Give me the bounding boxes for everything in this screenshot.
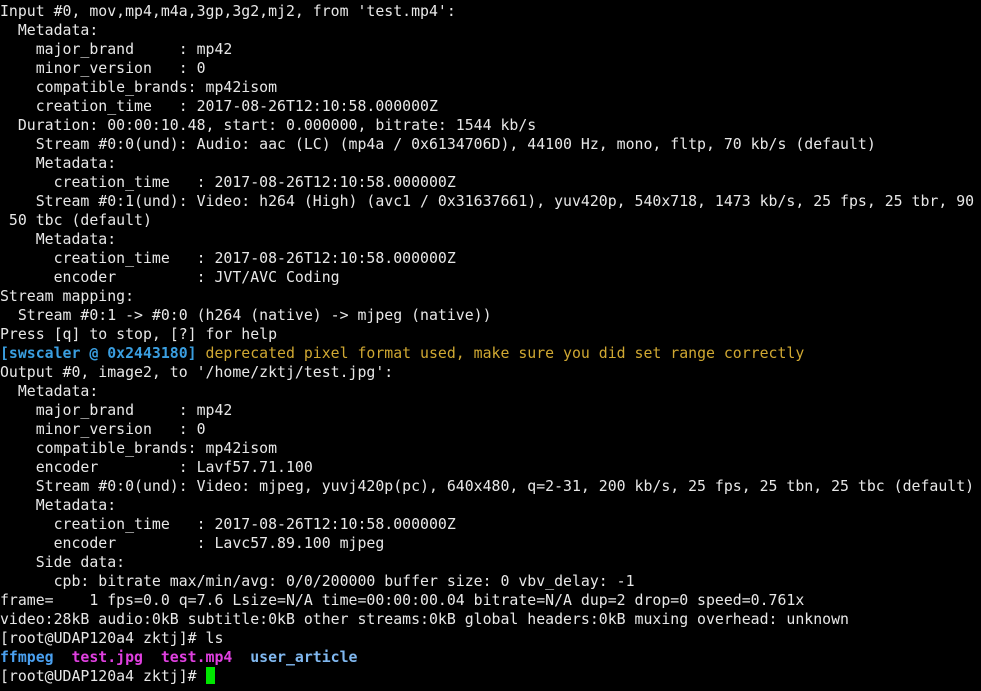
terminal-line: minor_version : 0 (0, 59, 981, 78)
terminal-text: creation_time : 2017-08-26T12:10:58.0000… (0, 173, 456, 191)
terminal-text: Input #0, mov,mp4,m4a,3gp,3g2,mj2, from … (0, 2, 456, 20)
terminal-text: major_brand : mp42 (0, 40, 233, 58)
terminal-text: Metadata: (0, 21, 99, 39)
terminal-line: Metadata: (0, 154, 981, 173)
terminal-line: Metadata: (0, 496, 981, 515)
terminal-text: frame= 1 fps=0.0 q=7.6 Lsize=N/A time=00… (0, 591, 805, 609)
terminal-text: [root@UDAP120a4 zktj]# ls (0, 629, 224, 647)
terminal-text: minor_version : 0 (0, 420, 206, 438)
terminal-line: major_brand : mp42 (0, 40, 981, 59)
terminal-text: test.mp4 (160, 648, 233, 666)
terminal-line: Output #0, image2, to '/home/zktj/test.j… (0, 363, 981, 382)
terminal-line: compatible_brands: mp42isom (0, 439, 981, 458)
terminal-line: video:28kB audio:0kB subtitle:0kB other … (0, 610, 981, 629)
terminal-line: creation_time : 2017-08-26T12:10:58.0000… (0, 249, 981, 268)
terminal-text: Metadata: (0, 154, 117, 172)
terminal-text: minor_version : 0 (0, 59, 206, 77)
terminal-line: encoder : JVT/AVC Coding (0, 268, 981, 287)
terminal-line: Stream #0:1(und): Video: h264 (High) (av… (0, 192, 981, 211)
terminal-line: 50 tbc (default) (0, 211, 981, 230)
terminal-text: cpb: bitrate max/min/avg: 0/0/200000 buf… (0, 572, 635, 590)
terminal-line: Metadata: (0, 21, 981, 40)
terminal-line: Stream #0:0(und): Video: mjpeg, yuvj420p… (0, 477, 981, 496)
terminal-text: encoder : JVT/AVC Coding (0, 268, 340, 286)
terminal-line: Stream mapping: (0, 287, 981, 306)
terminal-line: frame= 1 fps=0.0 q=7.6 Lsize=N/A time=00… (0, 591, 981, 610)
terminal-line: [swscaler @ 0x2443180] deprecated pixel … (0, 344, 981, 363)
terminal-line: [root@UDAP120a4 zktj]# ls (0, 629, 981, 648)
terminal-text: encoder : Lavf57.71.100 (0, 458, 313, 476)
terminal-text: Metadata: (0, 496, 117, 514)
terminal-line: Side data: (0, 553, 981, 572)
terminal-line: Metadata: (0, 382, 981, 401)
terminal-line: creation_time : 2017-08-26T12:10:58.0000… (0, 97, 981, 116)
terminal-text: Stream #0:0(und): Audio: aac (LC) (mp4a … (0, 135, 876, 153)
terminal-text: user_article (250, 648, 358, 666)
terminal-text: Output #0, image2, to '/home/zktj/test.j… (0, 363, 394, 381)
terminal-line: creation_time : 2017-08-26T12:10:58.0000… (0, 173, 981, 192)
terminal-text: creation_time : 2017-08-26T12:10:58.0000… (0, 97, 438, 115)
terminal-line: Press [q] to stop, [?] for help (0, 325, 981, 344)
terminal-output[interactable]: Input #0, mov,mp4,m4a,3gp,3g2,mj2, from … (0, 0, 981, 686)
terminal-text: Metadata: (0, 382, 99, 400)
terminal-text: major_brand : mp42 (0, 401, 233, 419)
cursor[interactable] (205, 667, 215, 684)
terminal-line: Input #0, mov,mp4,m4a,3gp,3g2,mj2, from … (0, 2, 981, 21)
terminal-line: Stream #0:0(und): Audio: aac (LC) (mp4a … (0, 135, 981, 154)
terminal-line: compatible_brands: mp42isom (0, 78, 981, 97)
terminal-line: ffmpeg test.jpg test.mp4 user_article (0, 648, 981, 667)
terminal-line: encoder : Lavc57.89.100 mjpeg (0, 534, 981, 553)
terminal-text: video:28kB audio:0kB subtitle:0kB other … (0, 610, 849, 628)
terminal-text: test.jpg (71, 648, 144, 666)
terminal-text: compatible_brands: mp42isom (0, 78, 278, 96)
terminal-text: creation_time : 2017-08-26T12:10:58.0000… (0, 249, 456, 267)
terminal-text: Stream #0:0(und): Video: mjpeg, yuvj420p… (0, 477, 975, 495)
terminal-text: compatible_brands: mp42isom (0, 439, 278, 457)
terminal-text: Duration: 00:00:10.48, start: 0.000000, … (0, 116, 537, 134)
terminal-text: Stream #0:1 -> #0:0 (h264 (native) -> mj… (0, 306, 492, 324)
terminal-text: Metadata: (0, 230, 117, 248)
terminal-text: deprecated pixel format used, make sure … (196, 344, 805, 362)
terminal-line: Duration: 00:00:10.48, start: 0.000000, … (0, 116, 981, 135)
terminal-line: minor_version : 0 (0, 420, 981, 439)
terminal-text: [swscaler @ 0x2443180] (0, 344, 197, 362)
terminal-text: Stream mapping: (0, 287, 135, 305)
command-prompt-line: [root@UDAP120a4 zktj]# (0, 667, 981, 686)
terminal-line: Stream #0:1 -> #0:0 (h264 (native) -> mj… (0, 306, 981, 325)
terminal-line: Metadata: (0, 230, 981, 249)
terminal-line: encoder : Lavf57.71.100 (0, 458, 981, 477)
terminal-text: creation_time : 2017-08-26T12:10:58.0000… (0, 515, 456, 533)
terminal-text: Side data: (0, 553, 126, 571)
terminal-line: creation_time : 2017-08-26T12:10:58.0000… (0, 515, 981, 534)
terminal-line: major_brand : mp42 (0, 401, 981, 420)
terminal-text: [root@UDAP120a4 zktj]# (0, 667, 206, 685)
terminal-text: ffmpeg (0, 648, 54, 666)
terminal-text: Stream #0:1(und): Video: h264 (High) (av… (0, 192, 975, 210)
terminal-text: encoder : Lavc57.89.100 mjpeg (0, 534, 385, 552)
terminal-text: Press [q] to stop, [?] for help (0, 325, 278, 343)
terminal-text: 50 tbc (default) (0, 211, 152, 229)
terminal-line: cpb: bitrate max/min/avg: 0/0/200000 buf… (0, 572, 981, 591)
